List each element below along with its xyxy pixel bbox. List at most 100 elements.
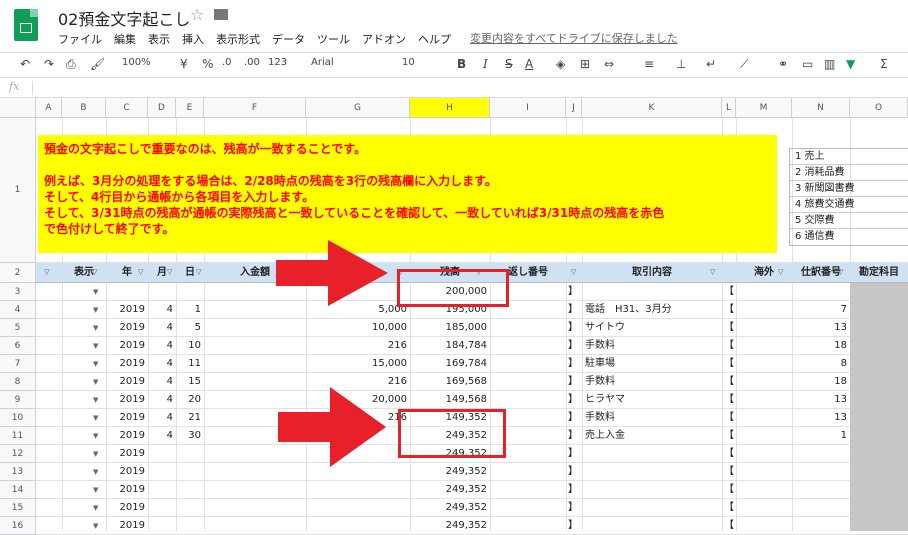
filter-icon[interactable]: ▼ (846, 57, 855, 71)
row-header-15[interactable]: 15 (0, 499, 36, 517)
redo-icon[interactable]: ↷ (44, 57, 54, 71)
row-header-13[interactable]: 13 (0, 463, 36, 481)
italic-button[interactable]: I (483, 57, 488, 71)
dropdown-icon[interactable]: ▼ (93, 522, 98, 530)
strikethrough-button[interactable]: S (505, 57, 513, 71)
row-header-11[interactable]: 11 (0, 427, 36, 445)
menu-item-8[interactable]: ヘルプ (418, 31, 451, 47)
header-disp[interactable]: 表示 (62, 263, 106, 283)
dropdown-icon[interactable]: ▼ (93, 468, 98, 476)
bold-button[interactable]: B (457, 57, 466, 71)
menu-item-5[interactable]: データ (272, 31, 305, 47)
menu-item-3[interactable]: 挿入 (182, 31, 204, 47)
filter-icon[interactable]: ▽ (778, 268, 783, 276)
col-header-K[interactable]: K (582, 98, 722, 118)
filter-icon[interactable]: ▽ (138, 268, 143, 276)
functions-icon[interactable]: Σ (880, 57, 888, 71)
link-icon[interactable]: ⚭ (778, 57, 788, 71)
row-header-3[interactable]: 3 (0, 283, 36, 301)
menu-item-7[interactable]: アドオン (362, 31, 406, 47)
col-header-J[interactable]: J (566, 98, 582, 118)
menu-item-0[interactable]: ファイル (58, 31, 102, 47)
col-header-M[interactable]: M (736, 98, 792, 118)
col-header-F[interactable]: F (204, 98, 306, 118)
col-header-I[interactable]: I (490, 98, 566, 118)
row-header-4[interactable]: 4 (0, 301, 36, 319)
header-acct[interactable]: 勘定科目 (850, 263, 908, 283)
row-header-16[interactable]: 16 (0, 517, 36, 535)
borders-icon[interactable]: ⊞ (580, 57, 590, 71)
zoom-select[interactable]: 100% (122, 57, 151, 68)
font-select[interactable]: Arial (311, 57, 334, 68)
print-icon[interactable]: ⎙ (66, 57, 76, 72)
row-header-2[interactable]: 2 (0, 263, 36, 283)
filter-icon[interactable]: ▽ (92, 268, 97, 276)
filter-icon[interactable]: ▽ (710, 268, 715, 276)
dropdown-icon[interactable]: ▼ (93, 360, 98, 368)
currency-button[interactable]: ¥ (180, 57, 188, 71)
row-header-7[interactable]: 7 (0, 355, 36, 373)
corner-cell[interactable] (0, 98, 36, 118)
align-icon[interactable]: ≡ (644, 57, 654, 71)
formula-bar[interactable]: fx (0, 78, 908, 98)
row-header-14[interactable]: 14 (0, 481, 36, 499)
col-header-G[interactable]: G (306, 98, 410, 118)
comment-icon[interactable]: ▭ (802, 57, 813, 71)
filter-icon[interactable]: ▽ (196, 268, 201, 276)
format-select[interactable]: 123 (268, 57, 287, 68)
menu-item-2[interactable]: 表示 (148, 31, 170, 47)
col-header-A[interactable]: A (36, 98, 62, 118)
col-header-B[interactable]: B (62, 98, 106, 118)
filter-icon[interactable]: ▽ (167, 268, 172, 276)
wrap-icon[interactable]: ↵ (706, 57, 716, 71)
menu-item-1[interactable]: 編集 (114, 31, 136, 47)
dropdown-icon[interactable]: ▼ (93, 342, 98, 350)
row-header-12[interactable]: 12 (0, 445, 36, 463)
col-header-E[interactable]: E (176, 98, 204, 118)
chart-icon[interactable]: ▥ (824, 57, 835, 71)
dropdown-icon[interactable]: ▼ (93, 450, 98, 458)
filter-icon[interactable]: ▽ (838, 268, 843, 276)
filter-icon[interactable]: ▽ (44, 268, 49, 276)
header-desc[interactable]: 取引内容 (582, 263, 722, 283)
decrease-decimal-button[interactable]: .0 (222, 57, 232, 68)
undo-icon[interactable]: ↶ (20, 57, 30, 71)
folder-icon[interactable] (214, 9, 228, 20)
dropdown-icon[interactable]: ▼ (93, 324, 98, 332)
col-header-D[interactable]: D (148, 98, 176, 118)
dropdown-icon[interactable]: ▼ (93, 306, 98, 314)
dropdown-icon[interactable]: ▼ (93, 504, 98, 512)
menu-item-6[interactable]: ツール (317, 31, 350, 47)
header-abroad[interactable]: 海外 (736, 263, 792, 283)
col-header-O[interactable]: O (850, 98, 908, 118)
sheets-logo-icon[interactable] (14, 9, 38, 41)
col-header-N[interactable]: N (792, 98, 850, 118)
dropdown-icon[interactable]: ▼ (93, 288, 98, 296)
doc-title[interactable]: 02預金文字起こし (58, 6, 190, 30)
dropdown-icon[interactable]: ▼ (93, 486, 98, 494)
paint-format-icon[interactable]: 🖌 (90, 57, 105, 71)
row-header-1[interactable]: 1 (0, 118, 36, 263)
row-header-9[interactable]: 9 (0, 391, 36, 409)
text-color-button[interactable]: A (525, 57, 533, 71)
dropdown-icon[interactable]: ▼ (93, 378, 98, 386)
fill-color-icon[interactable]: ◈ (556, 57, 565, 71)
merge-icon[interactable]: ⇔ (604, 57, 614, 71)
col-header-L[interactable]: L (722, 98, 736, 118)
increase-decimal-button[interactable]: .00 (244, 57, 260, 68)
instruction-note[interactable]: 預金の文字起こしで重要なのは、残高が一致することです。 例えば、3月分の処理をする… (38, 135, 777, 253)
dropdown-icon[interactable]: ▼ (93, 432, 98, 440)
dropdown-icon[interactable]: ▼ (93, 414, 98, 422)
star-icon[interactable]: ☆ (190, 5, 204, 24)
menu-item-4[interactable]: 表示形式 (216, 31, 260, 47)
rotate-icon[interactable]: ⟋ (740, 57, 748, 72)
col-header-C[interactable]: C (106, 98, 148, 118)
save-status[interactable]: 変更内容をすべてドライブに保存しました (470, 30, 678, 46)
row-header-8[interactable]: 8 (0, 373, 36, 391)
row-header-5[interactable]: 5 (0, 319, 36, 337)
valign-icon[interactable]: ⊥ (676, 57, 686, 71)
filter-icon[interactable]: ▽ (571, 268, 576, 276)
row-header-10[interactable]: 10 (0, 409, 36, 427)
percent-button[interactable]: % (202, 57, 213, 71)
dropdown-icon[interactable]: ▼ (93, 396, 98, 404)
